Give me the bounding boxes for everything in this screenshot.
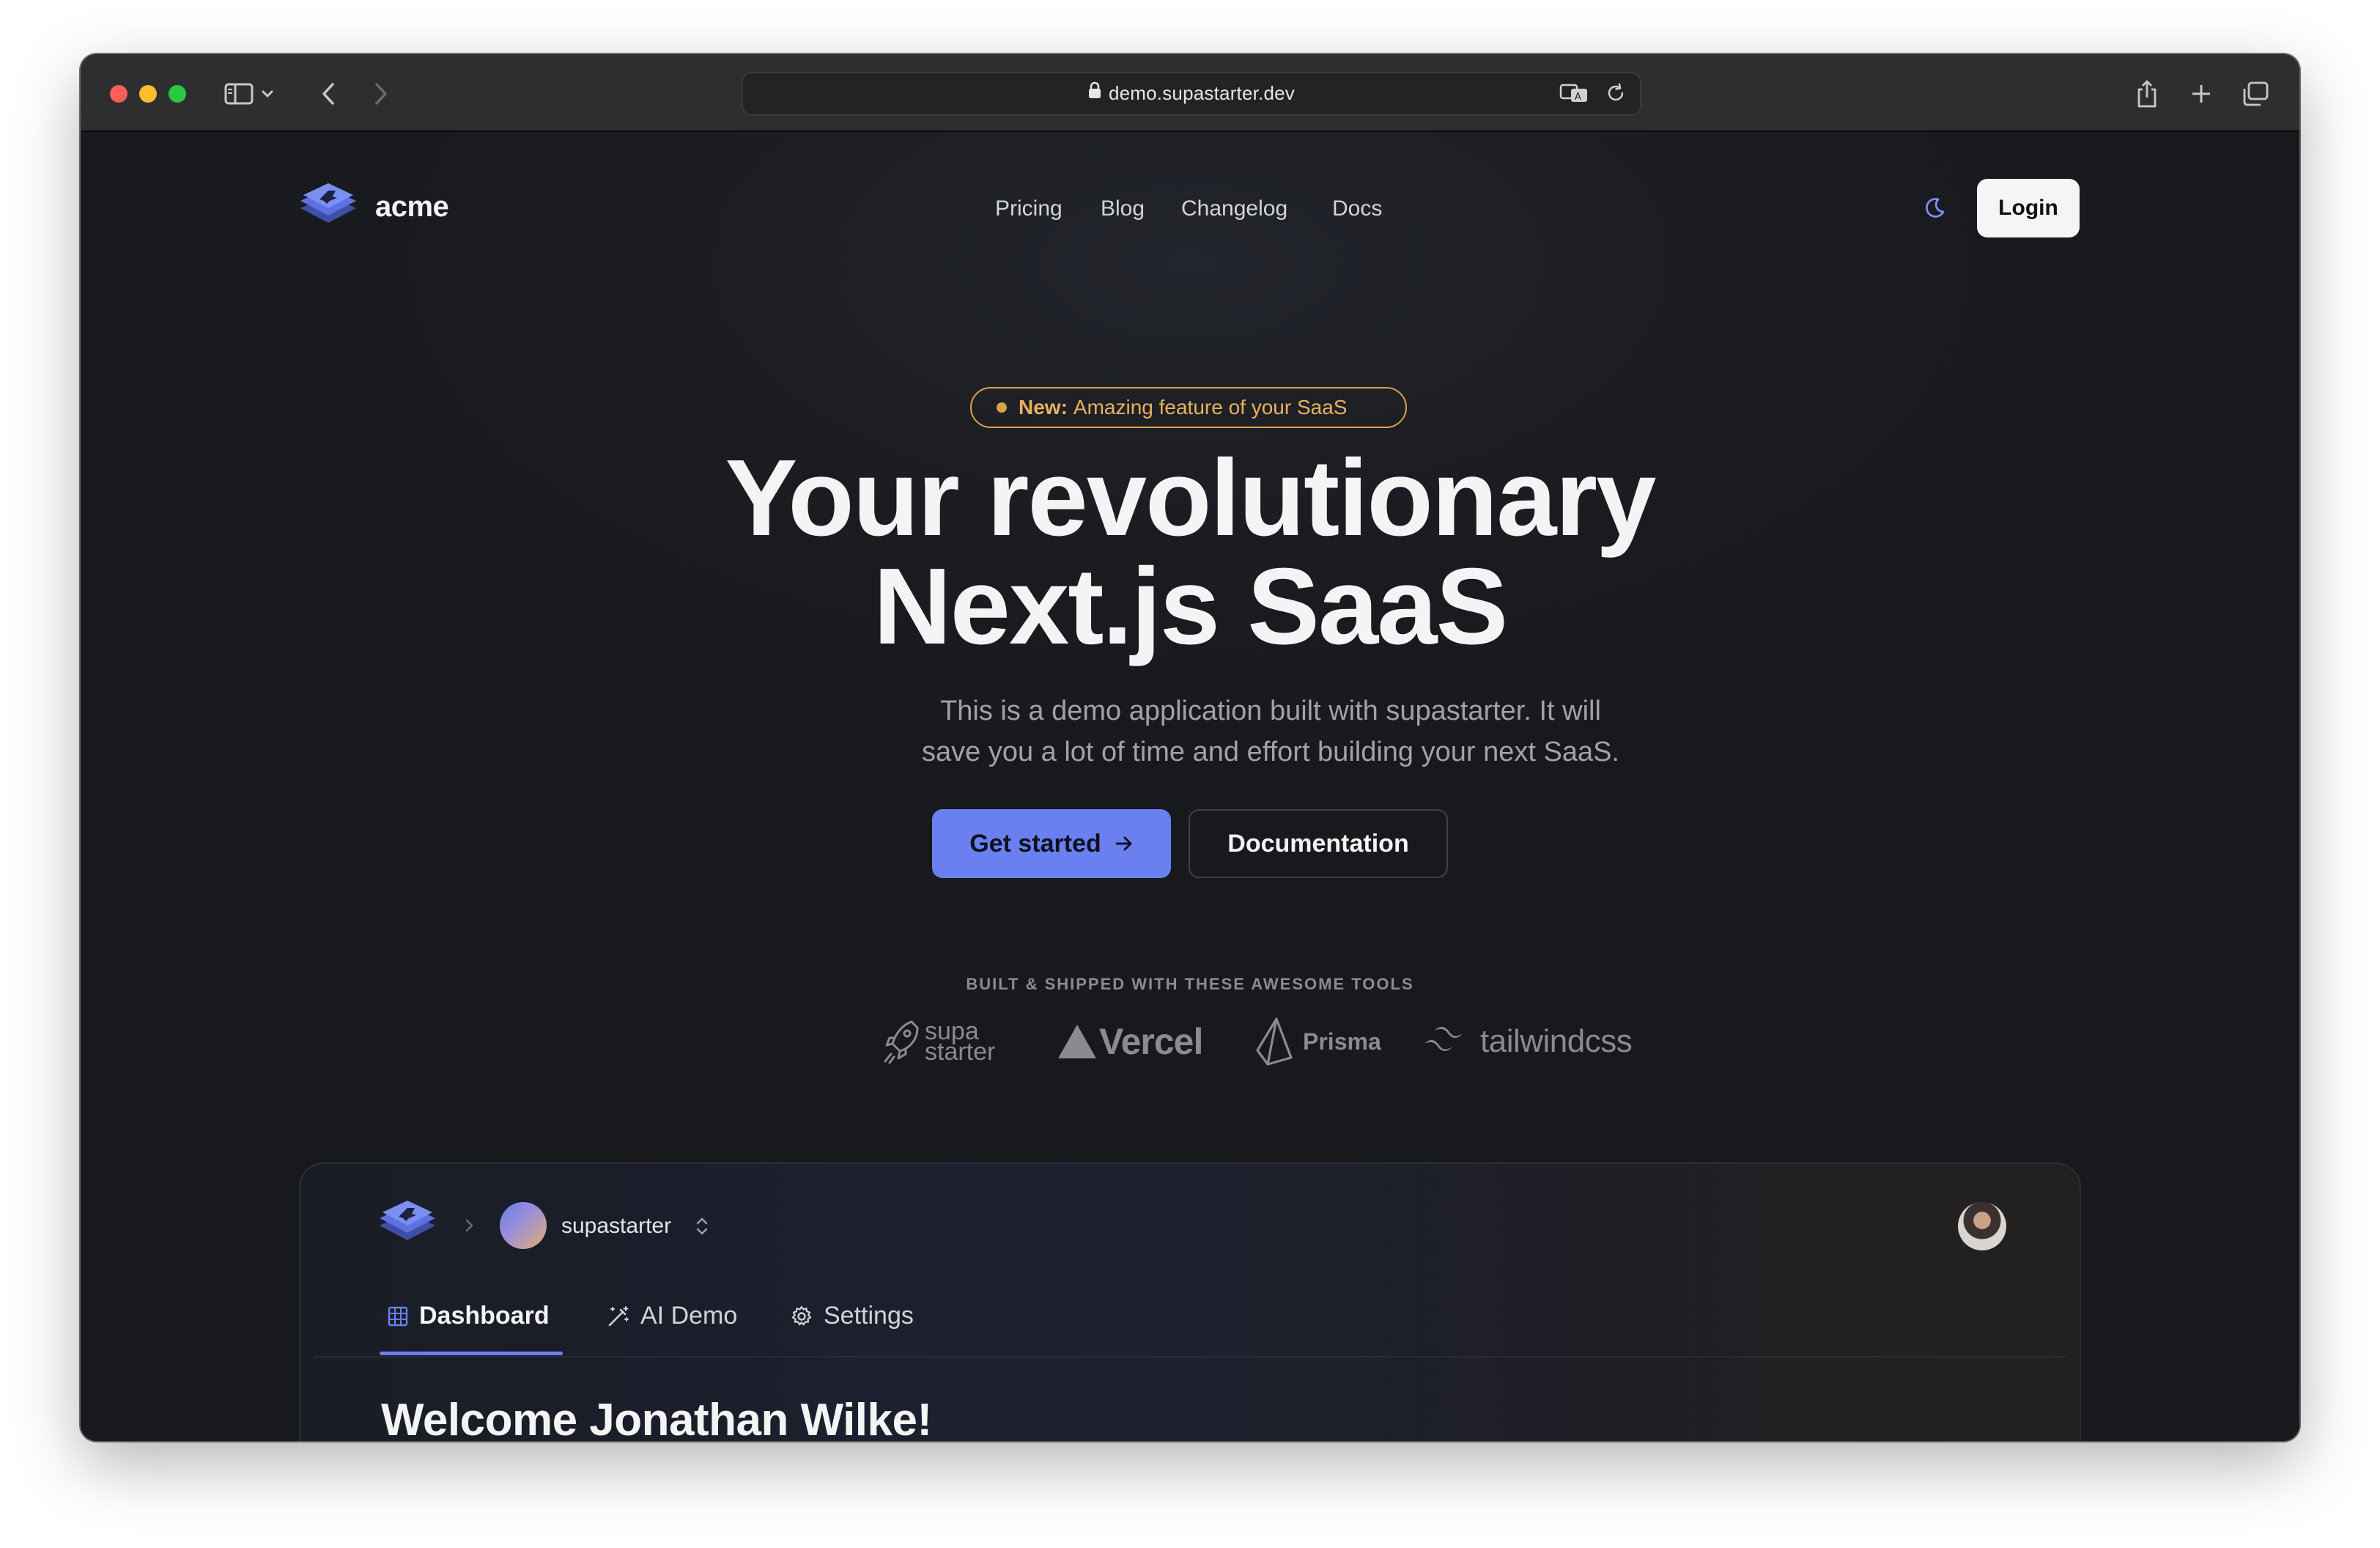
- tailwindcss-text: tailwindcss: [1480, 1023, 1633, 1059]
- vercel-text: Vercel: [1099, 1021, 1203, 1062]
- hero-subtitle: This is a demo application built with su…: [813, 690, 1728, 773]
- magic-wand-icon: [608, 1305, 629, 1326]
- address-bar[interactable]: demo.supastarter.dev A: [742, 72, 1641, 116]
- acme-logo-icon: [300, 183, 356, 223]
- dashboard-preview: supastarter Dashboard AI Demo Settings W…: [299, 1162, 2081, 1441]
- announcement-badge[interactable]: New: Amazing feature of your SaaS: [970, 387, 1407, 428]
- brand-name: acme: [375, 190, 449, 223]
- svg-text:A: A: [1575, 92, 1581, 103]
- nav-docs-link[interactable]: Docs: [1332, 196, 1382, 221]
- nav-changelog-link[interactable]: Changelog: [1181, 196, 1287, 221]
- vercel-logo: Vercel: [1057, 1016, 1203, 1067]
- hero-title: Your revolutionary Next.js SaaS: [81, 444, 2299, 661]
- grid-icon: [388, 1306, 408, 1326]
- close-window-button[interactable]: [110, 85, 128, 103]
- badge-text: Amazing feature of your SaaS: [1073, 396, 1348, 419]
- sidebar-toggle-icon[interactable]: [223, 78, 255, 110]
- zoom-window-button[interactable]: [169, 85, 186, 103]
- active-tab-indicator: [380, 1352, 563, 1355]
- chevron-down-icon[interactable]: [256, 78, 278, 110]
- tools-label: BUILT & SHIPPED WITH THESE AWESOME TOOLS: [966, 975, 1414, 993]
- mockup-logo-icon: [380, 1201, 435, 1240]
- page-viewport: acme Pricing Blog Changelog Docs Login N…: [81, 132, 2299, 1441]
- tab-settings[interactable]: Settings: [790, 1302, 914, 1330]
- browser-window: demo.supastarter.dev A acme Pricing Blog…: [81, 54, 2299, 1441]
- minimize-window-button[interactable]: [139, 85, 157, 103]
- welcome-heading: Welcome Jonathan Wilke!: [381, 1395, 932, 1441]
- arrow-right-icon: [1115, 836, 1132, 851]
- vercel-triangle-icon: [1058, 1025, 1096, 1058]
- breadcrumb-chevron-icon: [465, 1219, 473, 1232]
- nav-pricing-link[interactable]: Pricing: [995, 196, 1062, 221]
- reload-icon[interactable]: [1605, 82, 1627, 108]
- user-avatar[interactable]: [1958, 1202, 2006, 1250]
- tailwindcss-logo: tailwindcss: [1422, 1016, 1633, 1067]
- starter-text: starter: [925, 1038, 996, 1066]
- hero-title-line2: Next.js SaaS: [873, 546, 1509, 667]
- get-started-button[interactable]: Get started: [932, 809, 1171, 878]
- tailwind-wave-icon: [1424, 1026, 1463, 1051]
- share-icon[interactable]: [2131, 78, 2163, 110]
- tab-divider: [314, 1356, 2066, 1357]
- prisma-logo: Prisma: [1254, 1016, 1381, 1067]
- rocket-icon: [884, 1020, 919, 1064]
- chevrons-up-down-icon[interactable]: [695, 1215, 709, 1237]
- browser-titlebar: demo.supastarter.dev A: [81, 54, 2299, 132]
- hero-title-line1: Your revolutionary: [725, 438, 1657, 559]
- gear-icon: [791, 1305, 812, 1325]
- login-button[interactable]: Login: [1977, 179, 2080, 237]
- theme-moon-icon[interactable]: [1914, 188, 1955, 229]
- get-started-label: Get started: [969, 829, 1101, 858]
- new-tab-plus-icon[interactable]: [2185, 78, 2217, 110]
- badge-strong-text: New:: [1019, 396, 1068, 419]
- org-name[interactable]: supastarter: [561, 1214, 671, 1239]
- back-arrow-icon[interactable]: [312, 78, 344, 110]
- tab-dashboard-label: Dashboard: [419, 1302, 550, 1330]
- prisma-text: Prisma: [1303, 1028, 1381, 1055]
- prisma-icon: [1256, 1017, 1293, 1066]
- forward-arrow-icon[interactable]: [365, 78, 397, 110]
- supastarter-logo: supa starter: [882, 1016, 995, 1067]
- tab-overview-icon[interactable]: [2239, 78, 2272, 110]
- translate-page-icon[interactable]: A: [1559, 82, 1589, 108]
- hero-subtitle-line1: This is a demo application built with su…: [940, 696, 1601, 726]
- nav-blog-link[interactable]: Blog: [1101, 196, 1145, 221]
- tab-ai-demo[interactable]: AI Demo: [607, 1302, 737, 1330]
- lock-icon: [1088, 81, 1101, 104]
- tab-settings-label: Settings: [824, 1302, 914, 1330]
- url-text: demo.supastarter.dev: [1108, 82, 1296, 104]
- hero-subtitle-line2: save you a lot of time and effort buildi…: [922, 737, 1619, 767]
- badge-dot: [997, 402, 1007, 413]
- documentation-button[interactable]: Documentation: [1189, 809, 1448, 878]
- org-avatar[interactable]: [500, 1202, 547, 1249]
- tab-ai-demo-label: AI Demo: [640, 1302, 738, 1330]
- brand-logo[interactable]: acme: [298, 180, 449, 233]
- tab-dashboard[interactable]: Dashboard: [387, 1302, 550, 1330]
